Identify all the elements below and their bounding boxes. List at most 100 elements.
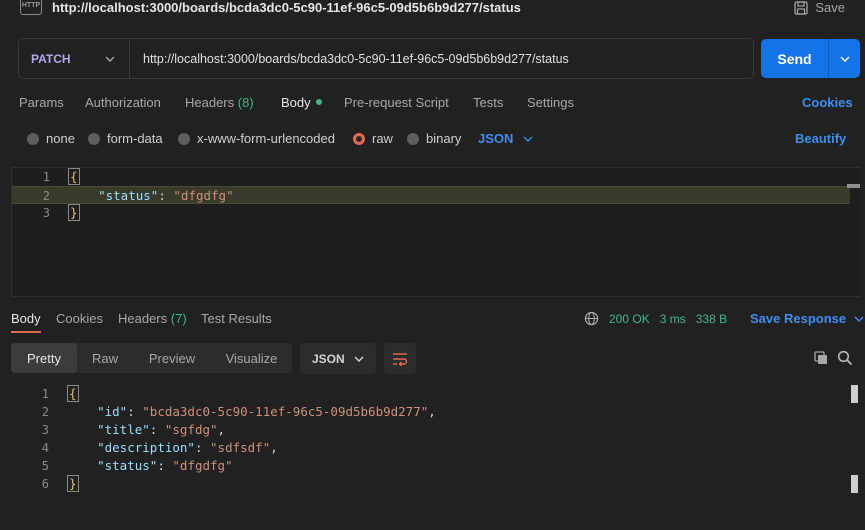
tab-params[interactable]: Params bbox=[19, 95, 64, 110]
line-number: 1 bbox=[42, 170, 50, 184]
radio-raw[interactable]: raw bbox=[353, 131, 393, 146]
response-tab-headers-count: (7) bbox=[170, 311, 187, 326]
view-raw[interactable]: Raw bbox=[77, 343, 133, 373]
view-pretty[interactable]: Pretty bbox=[11, 343, 77, 373]
body-format-label: JSON bbox=[478, 131, 514, 146]
radio-form-data[interactable]: form-data bbox=[88, 131, 163, 146]
response-time[interactable]: 3 ms bbox=[660, 312, 686, 326]
response-size[interactable]: 338 B bbox=[696, 312, 727, 326]
response-tab-headers-label: Headers bbox=[118, 311, 168, 326]
code-line: 5 "status": "dfgdfg" bbox=[11, 457, 233, 475]
line-number: 6 bbox=[41, 477, 49, 491]
json-value: "bcda3dc0-5c90-11ef-96c5-09d5b6b9d277" bbox=[142, 404, 429, 419]
tab-headers[interactable]: Headers (8) bbox=[185, 95, 254, 110]
scrollbar-thumb[interactable] bbox=[851, 385, 858, 403]
response-status: 200 OK 3 ms 338 B bbox=[584, 311, 727, 326]
json-key: "description" bbox=[97, 440, 195, 455]
cookies-link[interactable]: Cookies bbox=[802, 95, 853, 110]
url-input[interactable]: http://localhost:3000/boards/bcda3dc0-5c… bbox=[130, 52, 569, 66]
response-tab-cookies[interactable]: Cookies bbox=[56, 311, 103, 326]
modified-dot-icon bbox=[315, 99, 322, 105]
radio-circle bbox=[407, 132, 419, 145]
code-line: 1 { bbox=[11, 385, 79, 403]
save-response-button[interactable]: Save Response bbox=[750, 311, 864, 326]
open-brace: { bbox=[68, 168, 80, 185]
chevron-down-icon bbox=[523, 136, 533, 142]
save-button[interactable]: Save bbox=[794, 0, 845, 15]
wrap-lines-button[interactable] bbox=[384, 343, 416, 374]
tab-headers-count: (8) bbox=[237, 95, 254, 110]
body-format-select[interactable]: JSON bbox=[478, 131, 533, 146]
code-line: 2 "id": "bcda3dc0-5c90-11ef-96c5-09d5b6b… bbox=[11, 403, 436, 421]
response-tab-headers[interactable]: Headers (7) bbox=[118, 311, 187, 326]
code-line: 3 "title": "sgfdg", bbox=[11, 421, 225, 439]
radio-circle bbox=[27, 132, 39, 145]
radio-binary[interactable]: binary bbox=[407, 131, 461, 146]
search-icon[interactable] bbox=[837, 350, 853, 369]
radio-circle bbox=[178, 132, 190, 145]
tab-headers-label: Headers bbox=[185, 95, 235, 110]
json-value: "sgfdg" bbox=[164, 422, 218, 437]
copy-icon[interactable] bbox=[813, 350, 829, 369]
line-number: 3 bbox=[41, 423, 49, 437]
status-code[interactable]: 200 OK bbox=[609, 312, 650, 326]
json-comma: , bbox=[217, 422, 226, 437]
code-line: 6 } bbox=[11, 475, 79, 493]
response-body-viewer[interactable]: 1 { 2 "id": "bcda3dc0-5c90-11ef-96c5-09d… bbox=[11, 385, 860, 500]
beautify-button[interactable]: Beautify bbox=[795, 131, 846, 146]
view-preview[interactable]: Preview bbox=[133, 343, 211, 373]
tab-body[interactable]: Body bbox=[281, 95, 322, 110]
tab-pre-request-script[interactable]: Pre-request Script bbox=[344, 95, 449, 110]
json-key: "status" bbox=[97, 458, 158, 473]
json-value: "sdfsdf" bbox=[210, 440, 271, 455]
request-body-editor[interactable]: 1 { 2 "status": "dfgdfg" 3 } bbox=[11, 167, 860, 297]
url-bar: PATCH http://localhost:3000/boards/bcda3… bbox=[18, 38, 754, 79]
json-value: "dfgdfg" bbox=[172, 458, 233, 473]
response-format-select[interactable]: JSON bbox=[300, 343, 376, 374]
line-number: 4 bbox=[41, 441, 49, 455]
json-key: "status" bbox=[98, 188, 159, 203]
json-comma: , bbox=[270, 440, 278, 455]
tab-tests[interactable]: Tests bbox=[473, 95, 503, 110]
response-tab-test-results[interactable]: Test Results bbox=[201, 311, 272, 326]
globe-icon[interactable] bbox=[584, 311, 599, 326]
line-number: 1 bbox=[41, 387, 49, 401]
scrollbar-thumb[interactable] bbox=[851, 475, 858, 493]
wrap-lines-icon bbox=[393, 352, 408, 366]
radio-circle-selected bbox=[353, 132, 365, 145]
active-tab-indicator bbox=[11, 331, 41, 333]
response-view-mode: Pretty Raw Preview Visualize bbox=[11, 343, 292, 373]
chevron-down-icon bbox=[354, 356, 364, 362]
json-colon: : bbox=[158, 188, 174, 203]
radio-none-label: none bbox=[46, 131, 75, 146]
send-label: Send bbox=[777, 50, 812, 67]
json-key: "id" bbox=[97, 404, 128, 419]
view-visualize[interactable]: Visualize bbox=[211, 343, 292, 373]
json-comma: , bbox=[428, 404, 436, 419]
method-select[interactable]: PATCH bbox=[19, 39, 130, 78]
method-label: PATCH bbox=[31, 51, 71, 66]
line-number: 2 bbox=[42, 189, 50, 203]
code-line-active: 2 "status": "dfgdfg" bbox=[12, 186, 850, 204]
radio-binary-label: binary bbox=[426, 131, 462, 146]
radio-urlencoded[interactable]: x-www-form-urlencoded bbox=[178, 131, 335, 146]
json-key: "title" bbox=[97, 422, 150, 437]
close-brace: } bbox=[68, 204, 80, 221]
line-number: 3 bbox=[42, 206, 50, 220]
code-line: 1 { bbox=[12, 168, 80, 186]
tab-authorization[interactable]: Authorization bbox=[85, 95, 161, 110]
save-label: Save bbox=[815, 0, 845, 15]
code-line: 3 } bbox=[12, 204, 80, 222]
close-brace: } bbox=[67, 475, 79, 492]
editor-scrollbar[interactable] bbox=[847, 184, 860, 188]
chevron-down-icon bbox=[840, 56, 849, 62]
save-icon bbox=[794, 0, 809, 15]
tab-settings[interactable]: Settings bbox=[527, 95, 574, 110]
request-title[interactable]: http://localhost:3000/boards/bcda3dc0-5c… bbox=[52, 0, 521, 15]
chevron-down-icon bbox=[105, 56, 115, 62]
radio-none[interactable]: none bbox=[27, 131, 75, 146]
response-tab-body[interactable]: Body bbox=[11, 311, 41, 326]
send-button[interactable]: Send bbox=[761, 39, 860, 78]
send-options-button[interactable] bbox=[828, 39, 860, 78]
save-response-label: Save Response bbox=[750, 311, 847, 326]
